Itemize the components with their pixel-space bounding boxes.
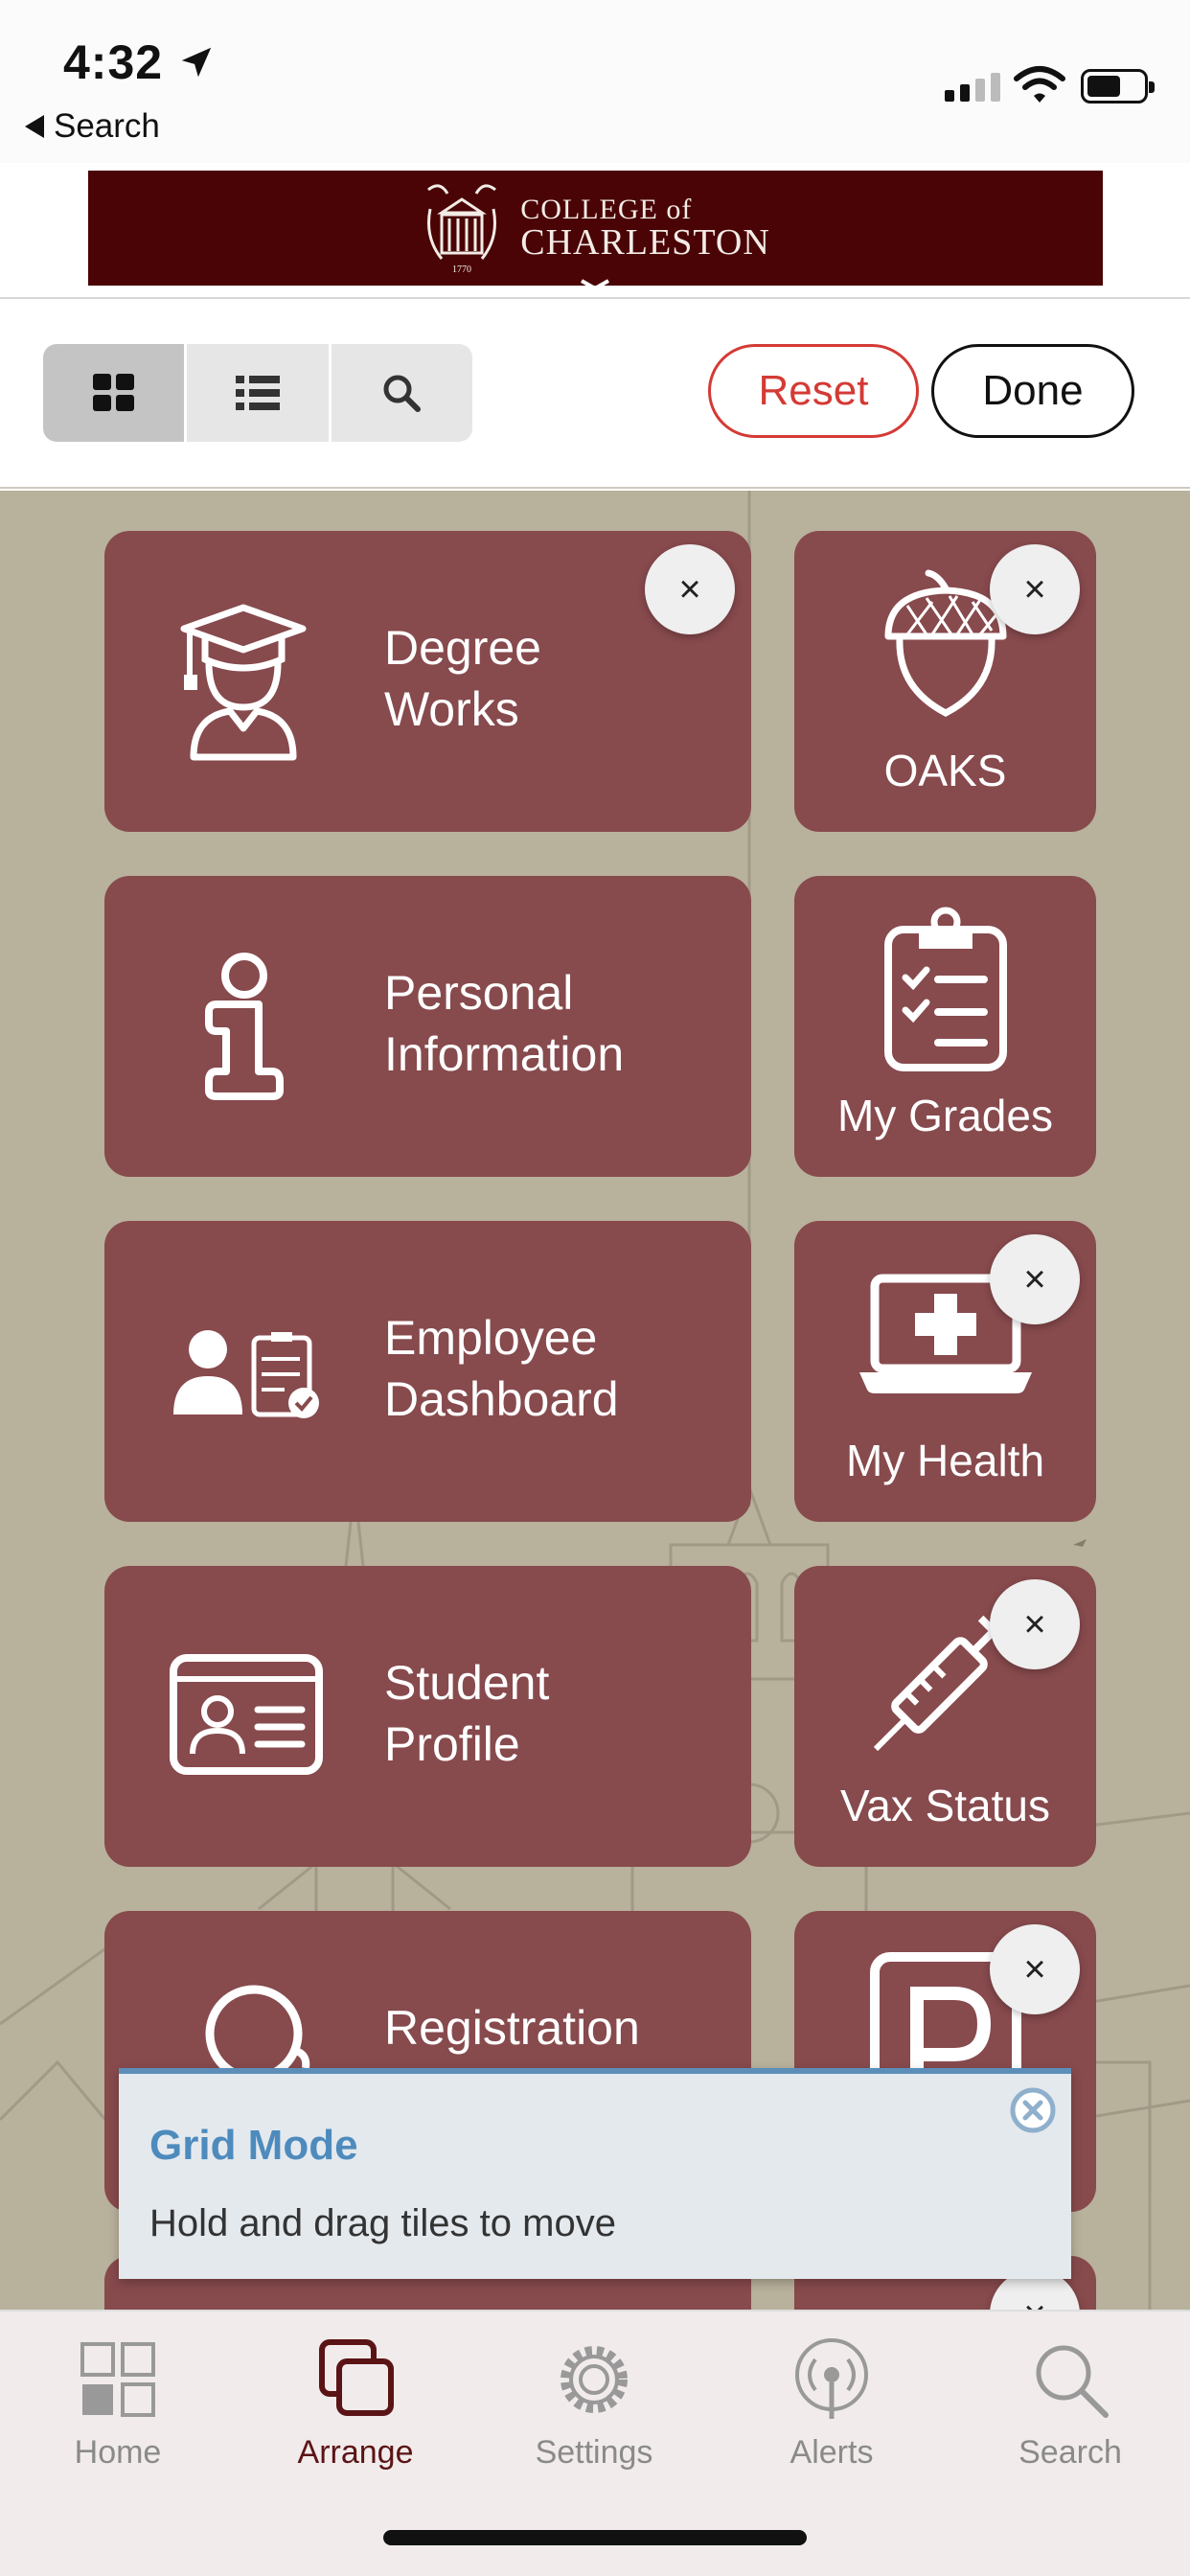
broadcast-icon	[795, 2338, 868, 2419]
tile-label: Vax Status	[839, 1781, 1051, 1830]
view-mode-selector	[43, 344, 472, 442]
arrange-icon	[319, 2339, 394, 2416]
tab-settings[interactable]: Settings	[498, 2336, 690, 2472]
list-icon	[235, 376, 280, 410]
tile-label: Student Profile	[384, 1656, 550, 1771]
list-view-button[interactable]	[187, 344, 332, 442]
id-card-icon	[170, 1654, 323, 1775]
toast-message: Hold and drag tiles to move	[149, 2202, 616, 2244]
back-arrow-icon	[25, 115, 44, 138]
remove-tile-oaks-button[interactable]: ×	[990, 544, 1080, 634]
tab-arrange[interactable]: Arrange	[260, 2336, 451, 2472]
tab-label: Search	[1018, 2434, 1122, 2471]
cellular-signal-icon	[945, 73, 1000, 102]
tile-label: Registration	[384, 2001, 640, 2055]
college-name-line1: COLLEGE of	[520, 194, 693, 225]
toast-title: Grid Mode	[149, 2122, 358, 2169]
grid-mode-toast: Grid Mode Hold and drag tiles to move	[119, 2068, 1071, 2279]
svg-text:1770: 1770	[452, 264, 471, 275]
wifi-icon	[1014, 66, 1065, 103]
chevron-down-icon[interactable]	[579, 278, 611, 291]
tile-grid: Degree Works × OAKS × Personal Informati…	[0, 491, 1190, 2310]
tile-label: Degree Works	[384, 621, 541, 736]
college-banner: 1770 COLLEGE of CHARLESTON	[88, 171, 1103, 286]
tile-personal-information[interactable]: Personal Information	[104, 876, 751, 1177]
remove-tile-vax-status-button[interactable]: ×	[990, 1579, 1080, 1669]
clipboard-checklist-icon	[884, 907, 1007, 1071]
back-to-search-link[interactable]: Search	[25, 107, 160, 146]
tile-label: My Health	[845, 1436, 1045, 1485]
college-logo-icon: 1770	[427, 184, 497, 275]
college-name: COLLEGE of CHARLESTON	[520, 194, 770, 263]
arrange-toolbar: Reset Done	[0, 297, 1190, 489]
location-arrow-icon	[181, 47, 212, 78]
reset-button[interactable]: Reset	[708, 344, 919, 438]
grid-view-button[interactable]	[43, 344, 188, 442]
college-name-line2: CHARLESTON	[520, 222, 770, 263]
close-icon[interactable]	[1010, 2087, 1056, 2133]
grid-squares-icon	[80, 2342, 155, 2417]
grid-icon	[92, 374, 134, 411]
search-view-button[interactable]	[331, 344, 472, 442]
done-button[interactable]: Done	[931, 344, 1134, 438]
tab-label: Home	[74, 2434, 162, 2471]
tile-label: Employee Dashboard	[384, 1311, 619, 1426]
tile-employee-dashboard[interactable]: Employee Dashboard	[104, 1221, 751, 1522]
info-icon	[205, 953, 284, 1100]
tile-student-profile[interactable]: Student Profile	[104, 1566, 751, 1867]
tile-label: Personal Information	[384, 966, 625, 1081]
remove-tile-parking-button[interactable]: ×	[990, 1924, 1080, 2014]
remove-tile-degree-works-button[interactable]: ×	[645, 544, 735, 634]
home-indicator[interactable]	[383, 2530, 807, 2545]
status-bar: 4:32 Search	[0, 0, 1190, 163]
tab-label: Arrange	[297, 2434, 414, 2471]
search-icon	[383, 375, 422, 412]
graduate-icon	[180, 604, 307, 761]
back-label: Search	[54, 107, 160, 145]
gear-icon	[561, 2346, 628, 2413]
tab-label: Settings	[535, 2434, 653, 2471]
tile-label: My Grades	[837, 1091, 1053, 1140]
tab-alerts[interactable]: Alerts	[736, 2336, 927, 2472]
tile-label: OAKS	[883, 746, 1007, 795]
status-time: 4:32	[63, 35, 164, 89]
tab-home[interactable]: Home	[22, 2336, 214, 2472]
search-icon	[1036, 2345, 1109, 2418]
tab-search[interactable]: Search	[974, 2336, 1166, 2472]
employee-checklist-icon	[173, 1330, 319, 1418]
tile-my-grades[interactable]: My Grades	[794, 876, 1096, 1177]
battery-icon	[1081, 69, 1155, 104]
remove-tile-my-health-button[interactable]: ×	[990, 1234, 1080, 1324]
tab-label: Alerts	[790, 2434, 874, 2471]
